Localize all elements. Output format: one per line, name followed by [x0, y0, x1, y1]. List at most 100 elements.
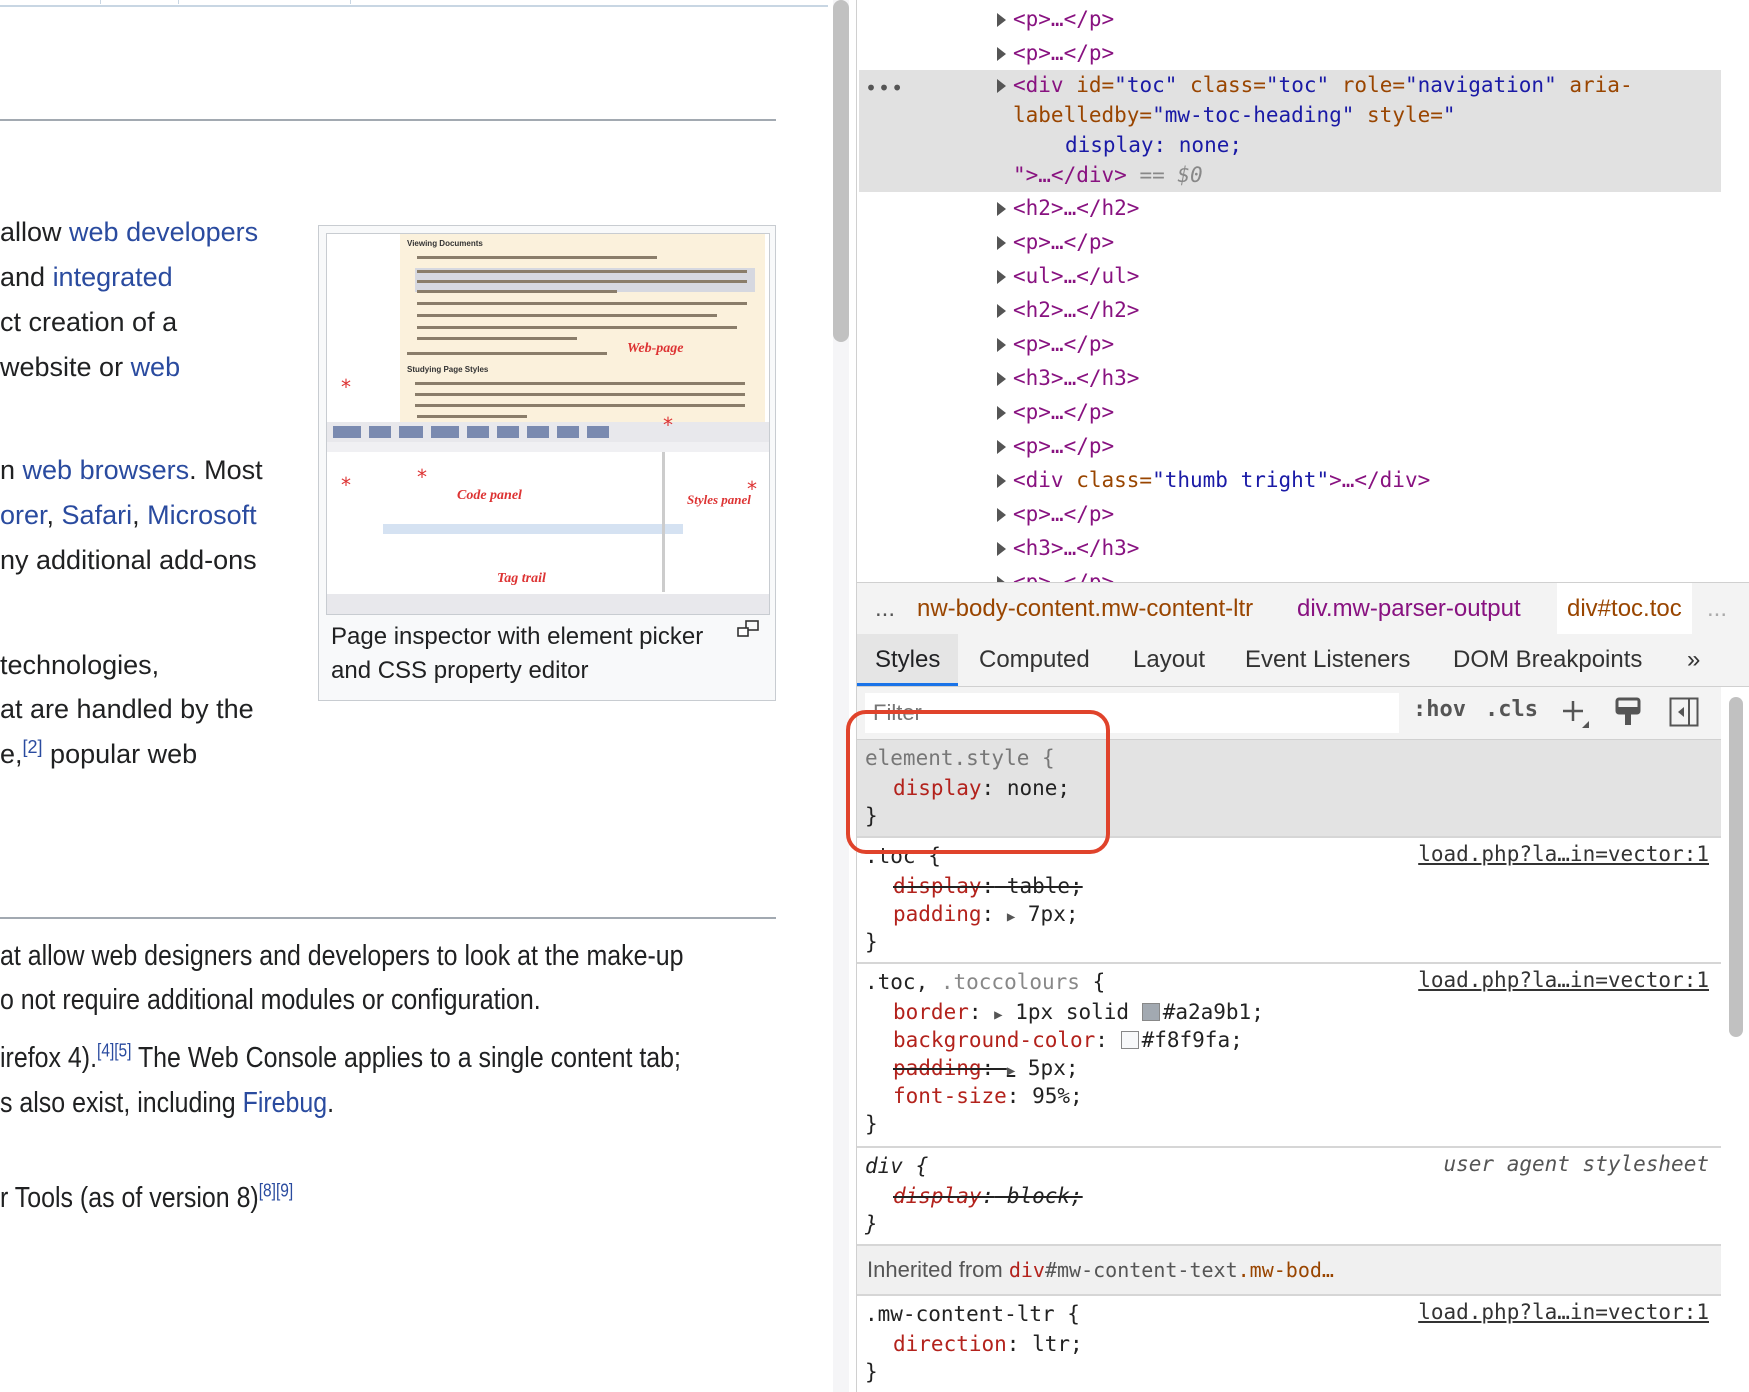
- expand-triangle-icon[interactable]: [997, 542, 1006, 556]
- expand-shorthand-icon[interactable]: ▶: [1007, 909, 1015, 925]
- breadcrumb-overflow-left[interactable]: ...: [875, 583, 895, 635]
- expand-triangle-icon[interactable]: [997, 372, 1006, 386]
- dom-node[interactable]: <p>…</p>: [997, 329, 1114, 359]
- expand-triangle-icon[interactable]: [997, 270, 1006, 284]
- expand-triangle-icon[interactable]: [997, 508, 1006, 522]
- expand-triangle-icon[interactable]: [997, 338, 1006, 352]
- css-property-overridden[interactable]: padding: [893, 1056, 982, 1080]
- article-link[interactable]: Firebug: [243, 1087, 328, 1119]
- dom-node[interactable]: <p>…</p>: [997, 567, 1114, 582]
- tab-event-listeners[interactable]: Event Listeners: [1227, 634, 1428, 686]
- more-tabs-icon[interactable]: »: [1669, 634, 1718, 686]
- styles-scrollbar[interactable]: [1729, 697, 1743, 1037]
- css-property[interactable]: font-size: [893, 1084, 1007, 1108]
- article-page: allow web developers and integrated ct cre…: [0, 0, 828, 1392]
- inherited-element-link[interactable]: div: [1009, 1258, 1045, 1282]
- tab-computed[interactable]: Computed: [961, 634, 1108, 686]
- tab-segment[interactable]: [178, 0, 351, 4]
- stylesheet-link[interactable]: load.php?la…in=vector:1: [1418, 842, 1709, 866]
- css-property-overridden[interactable]: display: [893, 874, 982, 898]
- expand-triangle-icon[interactable]: [997, 236, 1006, 250]
- color-swatch[interactable]: [1141, 1003, 1160, 1021]
- css-value[interactable]: table;: [994, 874, 1083, 898]
- dom-node[interactable]: <h2>…</h2>: [997, 295, 1139, 325]
- dom-node[interactable]: <p>…</p>: [997, 397, 1114, 427]
- article-link[interactable]: integrated: [53, 262, 173, 292]
- css-value[interactable]: 7px;: [1028, 902, 1079, 926]
- expand-triangle-icon[interactable]: [997, 406, 1006, 420]
- rule-element-style[interactable]: element.style { display: none; }: [857, 740, 1721, 838]
- tab-segment[interactable]: [100, 0, 179, 4]
- citation-link[interactable]: [9]: [276, 1180, 293, 1200]
- paint-brush-icon[interactable]: [1615, 697, 1641, 727]
- dom-node[interactable]: <p>…</p>: [997, 431, 1114, 461]
- rule-mw-content-ltr[interactable]: .mw-content-ltr { load.php?la…in=vector:…: [857, 1296, 1721, 1392]
- css-property[interactable]: border: [893, 1000, 969, 1024]
- page-scrollbar[interactable]: [833, 0, 849, 1392]
- dom-node[interactable]: <p>…</p>: [997, 4, 1114, 34]
- css-value[interactable]: 5px;: [1028, 1056, 1079, 1080]
- expand-triangle-icon[interactable]: [997, 79, 1006, 93]
- new-rule-icon[interactable]: [1561, 699, 1591, 729]
- article-link[interactable]: Safari: [62, 500, 133, 530]
- expand-shorthand-icon[interactable]: ▶: [994, 1007, 1002, 1023]
- tab-styles[interactable]: Styles: [857, 634, 959, 686]
- dom-node[interactable]: <p>…</p>: [997, 38, 1114, 68]
- css-value[interactable]: none;: [994, 776, 1070, 800]
- dom-node[interactable]: <h3>…</h3>: [997, 363, 1139, 393]
- rule-selector: .toc,: [865, 970, 941, 994]
- citation-link[interactable]: [5]: [114, 1040, 131, 1060]
- inherited-from-header: Inherited from div#mw-content-text.mw-bo…: [857, 1246, 1721, 1296]
- breadcrumb-item[interactable]: div.mw-parser-output: [1297, 583, 1521, 635]
- expand-triangle-icon[interactable]: [997, 440, 1006, 454]
- citation-link[interactable]: [4]: [97, 1040, 114, 1060]
- dom-node-selected[interactable]: <div id="toc" class="toc" role="navigati…: [997, 70, 1633, 190]
- dom-node[interactable]: <ul>…</ul>: [997, 261, 1139, 291]
- dom-node[interactable]: <div class="thumb tright">…</div>: [997, 465, 1430, 495]
- stylesheet-link[interactable]: load.php?la…in=vector:1: [1418, 968, 1709, 992]
- css-property[interactable]: direction: [893, 1332, 1007, 1356]
- css-value[interactable]: #a2a9b1;: [1163, 1000, 1264, 1024]
- thumbnail-image[interactable]: Viewing Documents Studying Page Styles W…: [326, 233, 770, 615]
- expand-triangle-icon[interactable]: [997, 47, 1006, 61]
- css-value[interactable]: #f8f9fa;: [1142, 1028, 1243, 1052]
- rule-toc-toccolours[interactable]: .toc, .toccolours { load.php?la…in=vecto…: [857, 964, 1721, 1148]
- css-property[interactable]: background-color: [893, 1028, 1095, 1052]
- breadcrumb-item-active[interactable]: div#toc.toc: [1557, 583, 1692, 635]
- tab-dom-breakpoints[interactable]: DOM Breakpoints: [1435, 634, 1660, 686]
- expand-triangle-icon[interactable]: [997, 474, 1006, 488]
- expand-triangle-icon[interactable]: [997, 202, 1006, 216]
- expand-triangle-icon[interactable]: [997, 304, 1006, 318]
- article-link[interactable]: orer: [0, 500, 47, 530]
- class-toggle[interactable]: .cls: [1485, 697, 1538, 722]
- stylesheet-link[interactable]: load.php?la…in=vector:1: [1418, 1300, 1709, 1324]
- toggle-sidebar-icon[interactable]: [1669, 697, 1699, 727]
- citation-link[interactable]: [2]: [23, 737, 43, 757]
- citation-link[interactable]: [8]: [259, 1180, 276, 1200]
- expand-triangle-icon[interactable]: [997, 13, 1006, 27]
- more-options-icon[interactable]: •••: [865, 76, 904, 100]
- css-property[interactable]: display: [893, 776, 982, 800]
- css-property[interactable]: padding: [893, 902, 982, 926]
- tab-segment[interactable]: [350, 0, 352, 4]
- filter-input[interactable]: [865, 693, 1399, 733]
- css-value[interactable]: ltr;: [1019, 1332, 1083, 1356]
- breadcrumb-item[interactable]: nw-body-content.mw-content-ltr: [917, 583, 1253, 635]
- color-swatch[interactable]: [1120, 1031, 1139, 1049]
- page-scrollbar-thumb[interactable]: [833, 0, 849, 342]
- dom-node[interactable]: <p>…</p>: [997, 227, 1114, 257]
- article-link[interactable]: Microsoft: [147, 500, 257, 530]
- rule-div-user-agent[interactable]: div { user agent stylesheet display: blo…: [857, 1148, 1721, 1246]
- article-link[interactable]: web developers: [69, 217, 258, 247]
- dom-node[interactable]: <h3>…</h3>: [997, 533, 1139, 563]
- dom-node[interactable]: <p>…</p>: [997, 499, 1114, 529]
- hover-state-toggle[interactable]: :hov: [1413, 697, 1466, 722]
- dom-node[interactable]: <h2>…</h2>: [997, 193, 1139, 223]
- rule-toc[interactable]: .toc { load.php?la…in=vector:1 display: …: [857, 838, 1721, 964]
- enlarge-icon[interactable]: [737, 620, 759, 638]
- article-link[interactable]: web browsers: [23, 455, 190, 485]
- css-value[interactable]: 95%;: [1019, 1084, 1083, 1108]
- tab-layout[interactable]: Layout: [1115, 634, 1223, 686]
- article-link[interactable]: web: [131, 352, 181, 382]
- breadcrumb-overflow-right[interactable]: ...: [1707, 583, 1727, 635]
